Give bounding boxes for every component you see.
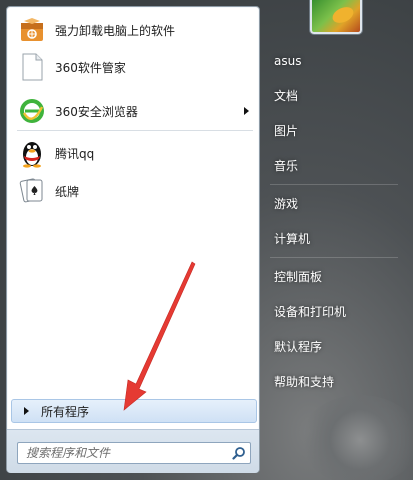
all-programs-button[interactable]: 所有程序 <box>11 399 257 423</box>
flower-picture <box>330 4 356 26</box>
right-item-asus[interactable]: asus <box>268 46 400 76</box>
search-input[interactable] <box>18 446 228 460</box>
right-item-help-support[interactable]: 帮助和支持 <box>268 366 400 396</box>
qq-penguin-icon <box>17 138 47 168</box>
program-item-360-browser[interactable]: 360安全浏览器 <box>11 93 255 129</box>
program-label: 纸牌 <box>55 184 80 199</box>
document-icon <box>17 52 47 82</box>
user-account-picture[interactable] <box>310 0 362 34</box>
right-item-games[interactable]: 游戏 <box>268 188 400 218</box>
right-item-computer[interactable]: 计算机 <box>268 223 400 253</box>
program-item-tencent-qq[interactable]: 腾讯qq <box>11 135 255 171</box>
program-item-solitaire[interactable]: 纸牌 <box>11 173 255 209</box>
search-area <box>7 429 259 473</box>
program-item-uninstaller[interactable]: 强力卸载电脑上的软件 <box>11 12 255 48</box>
right-item-pictures[interactable]: 图片 <box>268 115 400 145</box>
right-item-music[interactable]: 音乐 <box>268 150 400 180</box>
program-item-360-software-manager[interactable]: 360软件管家 <box>11 49 255 85</box>
start-menu-right-pane: asus 文档 图片 音乐 游戏 计算机 控制面板 设备和打印机 默认程序 帮助… <box>262 0 413 480</box>
360-browser-icon <box>17 96 47 126</box>
program-list-separator <box>17 130 253 131</box>
program-label: 360安全浏览器 <box>55 104 138 119</box>
program-label: 360软件管家 <box>55 60 126 75</box>
program-label: 强力卸载电脑上的软件 <box>55 23 176 38</box>
search-box <box>17 442 251 464</box>
submenu-arrow-icon <box>244 107 249 115</box>
right-pane-separator <box>270 184 398 185</box>
search-icon[interactable] <box>228 443 250 463</box>
right-item-documents[interactable]: 文档 <box>268 80 400 110</box>
start-menu: 强力卸载电脑上的软件 360软件管家 360安全浏览器 腾讯qq 纸牌 所有程序… <box>0 0 413 480</box>
all-programs-label: 所有程序 <box>41 404 90 419</box>
uninstaller-box-icon <box>17 15 47 45</box>
right-item-default-programs[interactable]: 默认程序 <box>268 331 400 361</box>
start-menu-left-pane: 强力卸载电脑上的软件 360软件管家 360安全浏览器 腾讯qq 纸牌 所有程序… <box>6 6 260 473</box>
right-pane-separator <box>270 257 398 258</box>
all-programs-arrow-icon <box>24 407 29 415</box>
right-item-devices-printers[interactable]: 设备和打印机 <box>268 296 400 326</box>
solitaire-cards-icon <box>17 176 47 206</box>
program-label: 腾讯qq <box>55 146 95 161</box>
right-item-control-panel[interactable]: 控制面板 <box>268 261 400 291</box>
